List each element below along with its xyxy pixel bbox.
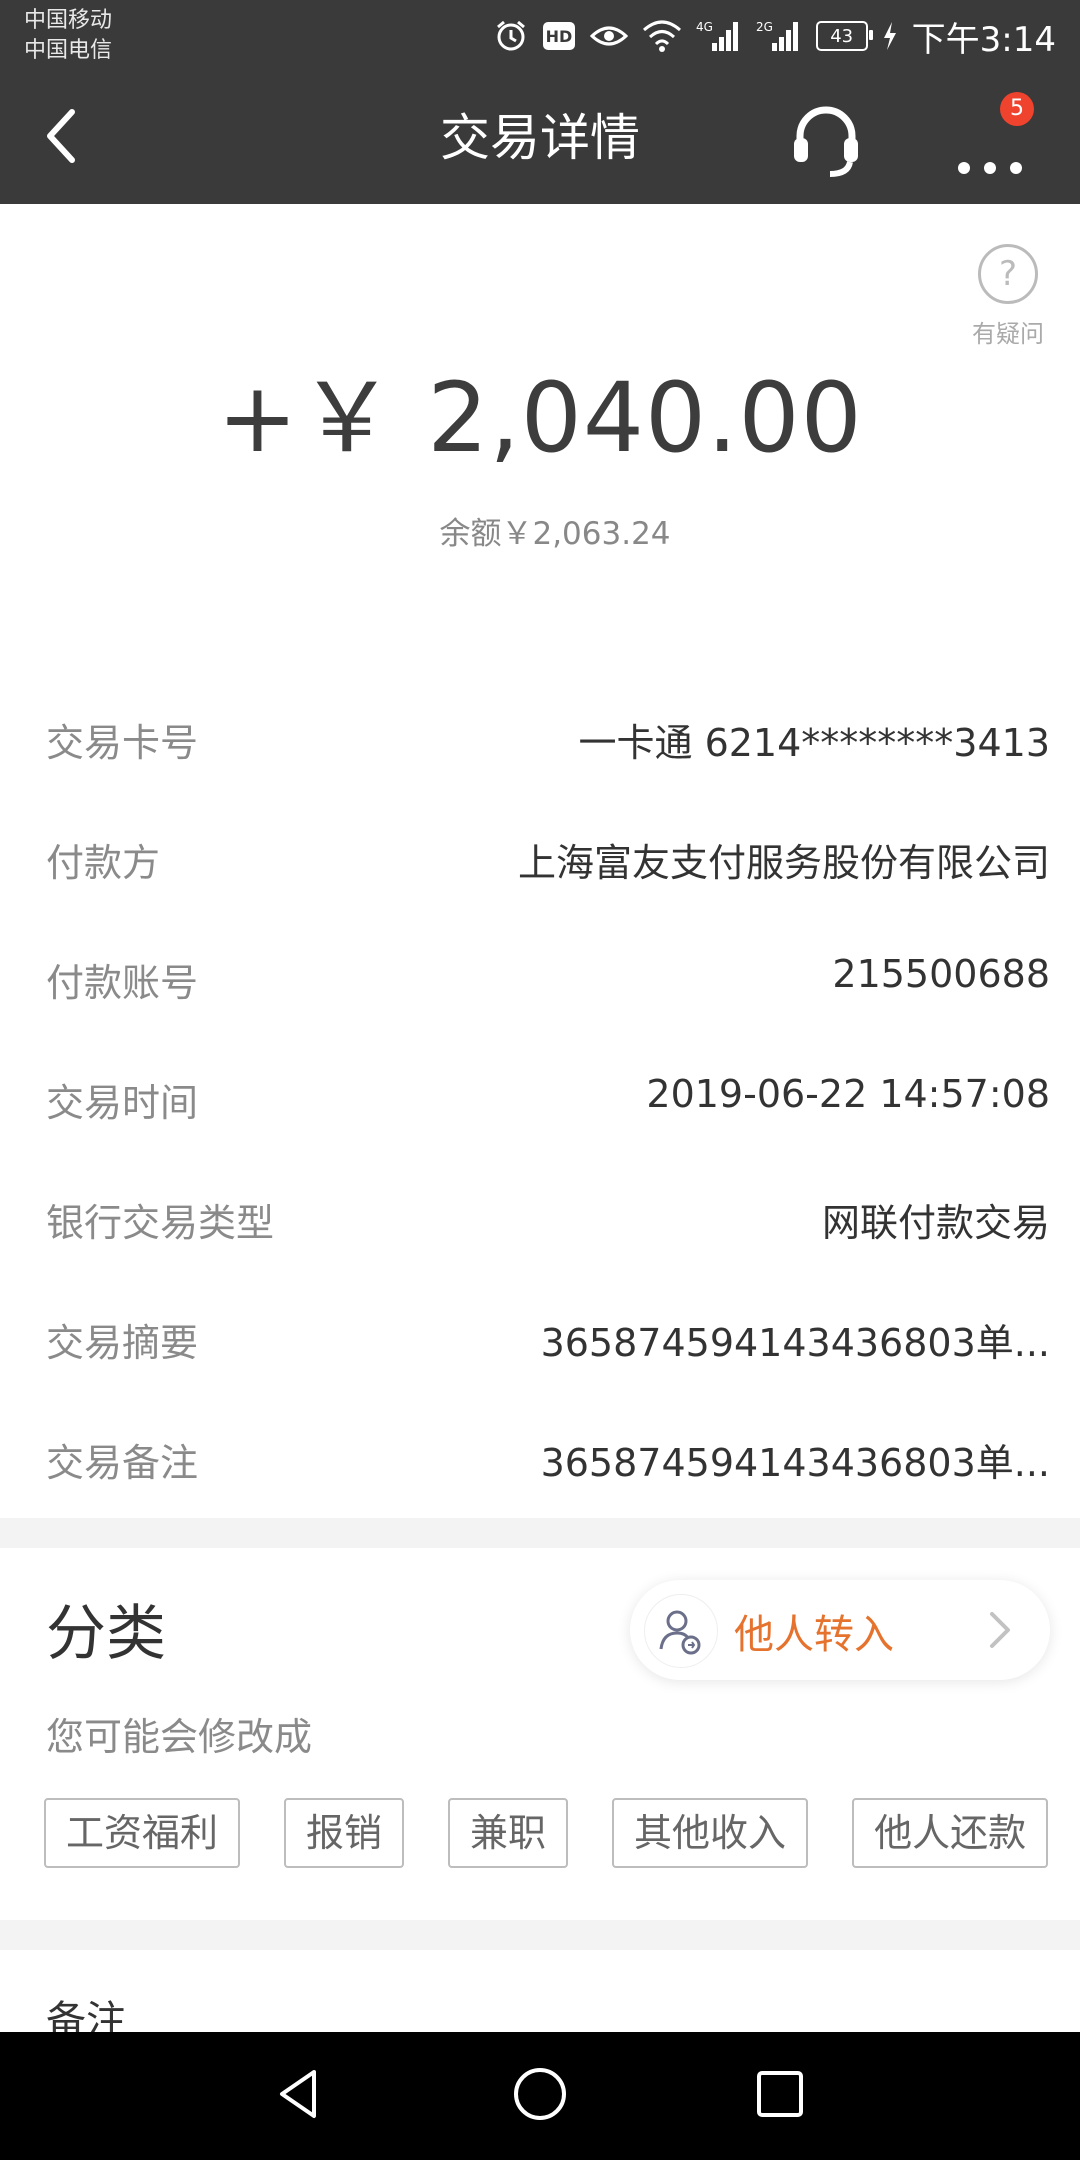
chevron-right-icon <box>986 1606 1014 1658</box>
detail-row-summary[interactable]: 交易摘要 365874594143436803单... <box>0 1276 1080 1396</box>
detail-value: 365874594143436803单... <box>540 1441 1050 1485</box>
section-divider <box>0 1920 1080 1950</box>
detail-list: 交易卡号 一卡通 6214********3413 付款方 上海富友支付服务股份… <box>0 676 1080 1516</box>
detail-label: 银行交易类型 <box>46 1201 275 1245</box>
carrier-info: 中国移动 中国电信 <box>24 6 112 66</box>
detail-value: 365874594143436803单... <box>540 1321 1050 1365</box>
signal-icon: 2G <box>756 19 802 53</box>
page-title: 交易详情 <box>440 109 640 167</box>
category-tags: 工资福利 报销 兼职 其他收入 他人还款 <box>44 1798 1080 1870</box>
section-divider <box>0 1518 1080 1548</box>
status-bar: 中国移动 中国电信 HD 4G 2G 43 下午3:14 <box>0 0 1080 72</box>
detail-label: 交易备注 <box>46 1441 199 1485</box>
detail-value: 网联付款交易 <box>821 1201 1050 1245</box>
more-dots-icon <box>950 162 1030 186</box>
system-nav-bar <box>0 2032 1080 2160</box>
category-tag[interactable]: 其他收入 <box>612 1798 809 1868</box>
square-recents-icon <box>752 2066 808 2126</box>
help-button[interactable]: ? 有疑问 <box>962 244 1054 349</box>
detail-value: 2019-06-22 14:57:08 <box>646 1072 1050 1116</box>
signal-icon: 4G <box>696 19 742 53</box>
nav-recents-button[interactable] <box>744 2060 816 2132</box>
header: 交易详情 <box>0 72 1080 204</box>
svg-text:HD: HD <box>545 27 572 46</box>
detail-row-remark[interactable]: 交易备注 365874594143436803单... <box>0 1396 1080 1516</box>
category-tag[interactable]: 工资福利 <box>44 1798 241 1868</box>
detail-value: 上海富友支付服务股份有限公司 <box>517 841 1050 885</box>
category-title: 分类 <box>46 1599 166 1669</box>
charging-icon <box>882 21 898 51</box>
suggestion-label: 您可能会修改成 <box>46 1715 313 1759</box>
detail-row-payer-account: 付款账号 215500688 <box>0 916 1080 1036</box>
network-type-1: 4G <box>696 20 713 34</box>
carrier-1: 中国移动 <box>24 8 113 33</box>
customer-service-button[interactable] <box>790 100 870 180</box>
eye-icon <box>589 22 628 50</box>
category-tag[interactable]: 报销 <box>284 1798 405 1868</box>
detail-value: 215500688 <box>832 952 1050 996</box>
transfer-in-icon <box>644 1594 718 1668</box>
detail-row-card-number: 交易卡号 一卡通 6214********3413 <box>0 676 1080 796</box>
network-type-2: 2G <box>756 20 773 34</box>
category-tag[interactable]: 兼职 <box>448 1798 569 1868</box>
detail-value: 一卡通 6214********3413 <box>578 721 1051 765</box>
category-tag[interactable]: 他人还款 <box>852 1798 1049 1868</box>
balance-text: 余额￥2,063.24 <box>439 516 671 552</box>
triangle-back-icon <box>272 2066 328 2126</box>
nav-home-button[interactable] <box>504 2060 576 2132</box>
category-selector[interactable]: 他人转入 <box>630 1580 1050 1680</box>
detail-label: 交易时间 <box>46 1081 199 1125</box>
detail-row-type: 银行交易类型 网联付款交易 <box>0 1156 1080 1276</box>
detail-label: 交易摘要 <box>46 1321 199 1365</box>
detail-label: 付款账号 <box>46 961 199 1005</box>
headset-icon <box>790 106 862 184</box>
hd-icon: HD <box>542 21 576 51</box>
wifi-icon <box>642 20 682 52</box>
status-icons: HD 4G 2G 43 下午3:14 <box>494 0 1056 72</box>
detail-label: 付款方 <box>46 841 161 885</box>
detail-label: 交易卡号 <box>46 721 199 765</box>
carrier-2: 中国电信 <box>24 38 113 63</box>
circle-home-icon <box>510 2064 570 2128</box>
transaction-amount: +￥ 2,040.00 <box>217 362 863 474</box>
nav-back-button[interactable] <box>264 2060 336 2132</box>
detail-row-time: 交易时间 2019-06-22 14:57:08 <box>0 1036 1080 1156</box>
alarm-icon <box>494 19 528 53</box>
battery-icon: 43 <box>815 21 873 51</box>
battery-level: 43 <box>830 25 854 47</box>
detail-row-payer: 付款方 上海富友支付服务股份有限公司 <box>0 796 1080 916</box>
clock: 下午3:14 <box>911 19 1056 60</box>
category-current: 他人转入 <box>734 1612 894 1658</box>
notification-badge: 5 <box>1000 92 1034 126</box>
question-icon: ? <box>978 244 1038 304</box>
